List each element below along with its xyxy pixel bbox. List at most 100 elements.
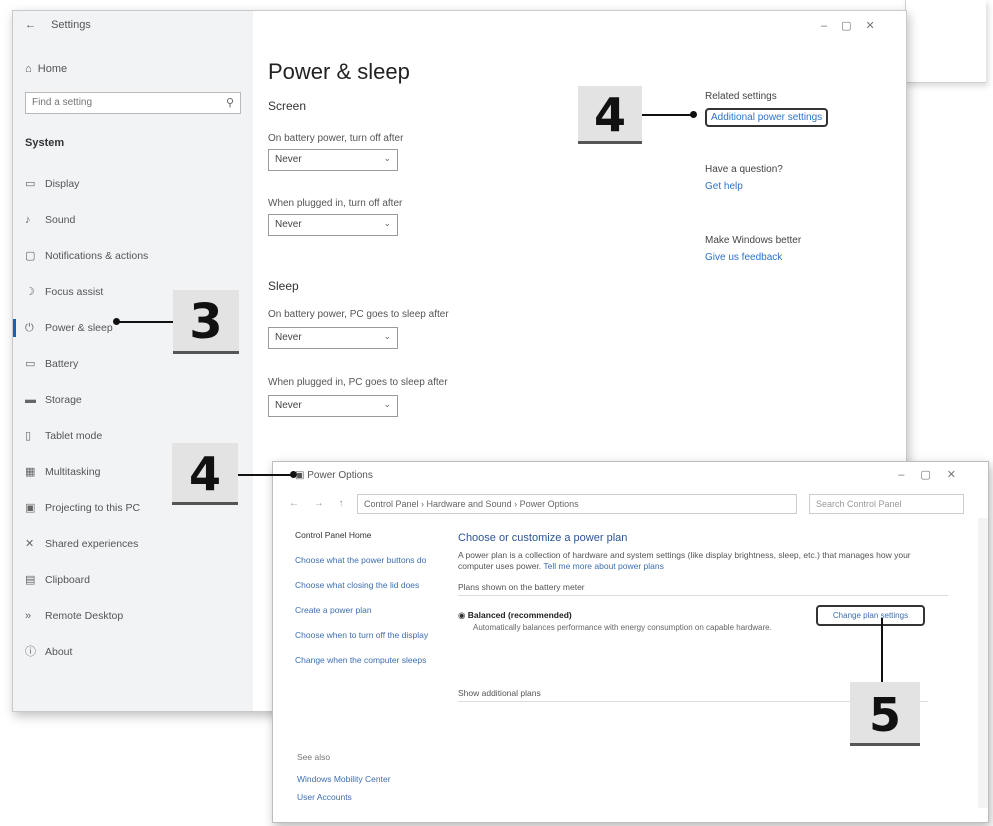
- computer-sleeps-link[interactable]: Change when the computer sleeps: [295, 655, 435, 666]
- screen-battery-dropdown[interactable]: Never ⌄: [268, 149, 398, 171]
- feedback-link[interactable]: Give us feedback: [705, 252, 801, 263]
- sleep-battery-label: On battery power, PC goes to sleep after: [268, 309, 449, 320]
- radio-selected-icon: ◉: [458, 610, 466, 620]
- step-callout-5: 5: [850, 682, 920, 746]
- address-bar: ← → ↑ Control Panel › Hardware and Sound…: [285, 494, 976, 516]
- dropdown-value: Never: [275, 154, 302, 165]
- sleep-battery-dropdown[interactable]: Never ⌄: [268, 327, 398, 349]
- power-buttons-link[interactable]: Choose what the power buttons do: [295, 555, 435, 566]
- focus-assist-icon: ☽: [25, 286, 35, 298]
- search-icon: ⚲: [225, 97, 234, 109]
- sidebar-item-label: Shared experiences: [45, 538, 139, 550]
- additional-plans-label: Show additional plans: [458, 688, 541, 698]
- sound-icon: ♪: [25, 214, 31, 226]
- maximize-icon[interactable]: ▢: [841, 20, 865, 32]
- balanced-plan-radio[interactable]: ◉ Balanced (recommended): [458, 610, 572, 621]
- additional-power-settings-link[interactable]: Additional power settings: [705, 108, 829, 127]
- minimize-icon[interactable]: –: [821, 20, 841, 32]
- related-settings: Related settings Additional power settin…: [705, 91, 829, 127]
- sidebar-item-label: Clipboard: [45, 574, 90, 586]
- sidebar-item-label: Notifications & actions: [45, 250, 149, 262]
- sidebar-home[interactable]: ⌂ Home: [25, 63, 67, 75]
- minimize-icon[interactable]: –: [898, 469, 920, 481]
- change-plan-settings-link[interactable]: Change plan settings: [816, 605, 925, 626]
- control-panel-home-link[interactable]: Control Panel Home: [295, 530, 435, 541]
- arrow-left-icon[interactable]: ←: [25, 19, 36, 31]
- breadcrumb[interactable]: Control Panel › Hardware and Sound › Pow…: [357, 494, 797, 514]
- sidebar-nav: ▭ Display ♪ Sound ▢ Notifications & actions…: [13, 173, 253, 677]
- screen-plugged-label: When plugged in, turn off after: [268, 198, 403, 209]
- description-text: A power plan is a collection of hardware…: [458, 550, 911, 571]
- shared-experiences-icon: ✕: [25, 538, 35, 550]
- close-icon[interactable]: ✕: [866, 20, 889, 32]
- search-input[interactable]: [32, 97, 202, 108]
- scrollbar[interactable]: [978, 518, 988, 808]
- plans-shown-label: Plans shown on the battery meter: [458, 582, 948, 596]
- power-plan-heading: Choose or customize a power plan: [458, 532, 628, 544]
- tablet-icon: ▯: [25, 430, 32, 442]
- home-icon: ⌂: [25, 63, 32, 75]
- step-callout-4-top: 4: [578, 86, 642, 144]
- user-accounts-link[interactable]: User Accounts: [297, 792, 352, 802]
- display-icon: ▭: [25, 178, 36, 190]
- close-icon[interactable]: ✕: [947, 469, 972, 481]
- power-icon: ⏻: [25, 322, 34, 334]
- window-title-text: Settings: [51, 19, 91, 31]
- sidebar-section-title: System: [25, 137, 65, 149]
- closing-lid-link[interactable]: Choose what closing the lid does: [295, 580, 435, 591]
- sidebar-item-label: Display: [45, 178, 80, 190]
- sleep-heading: Sleep: [268, 279, 299, 293]
- sidebar-item-battery[interactable]: ▭ Battery: [13, 353, 253, 389]
- help-section: Have a question? Get help: [705, 164, 783, 192]
- screen-plugged-dropdown[interactable]: Never ⌄: [268, 214, 398, 236]
- battery-icon: ▭: [25, 358, 36, 370]
- storage-icon: ▬: [25, 394, 36, 406]
- maximize-icon[interactable]: ▢: [920, 469, 946, 481]
- sleep-plugged-dropdown[interactable]: Never ⌄: [268, 395, 398, 417]
- sidebar-item-about[interactable]: ⓘ About: [13, 641, 253, 677]
- sidebar-item-clipboard[interactable]: ▤ Clipboard: [13, 569, 253, 605]
- callout-arrow: [238, 471, 297, 478]
- turn-off-display-link[interactable]: Choose when to turn off the display: [295, 630, 435, 641]
- plan-description: Automatically balances performance with …: [473, 623, 772, 632]
- window-controls: –▢✕: [898, 468, 972, 481]
- chevron-down-icon: ⌄: [383, 218, 391, 228]
- sidebar-item-sound[interactable]: ♪ Sound: [13, 209, 253, 245]
- create-power-plan-link[interactable]: Create a power plan: [295, 605, 435, 616]
- dropdown-value: Never: [275, 332, 302, 343]
- power-options-title-text: Power Options: [307, 470, 373, 481]
- control-panel-search[interactable]: Search Control Panel: [809, 494, 964, 514]
- power-plans-info-link[interactable]: Tell me more about power plans: [543, 561, 663, 571]
- sidebar-item-display[interactable]: ▭ Display: [13, 173, 253, 209]
- sidebar-item-notifications[interactable]: ▢ Notifications & actions: [13, 245, 253, 281]
- sidebar-item-label: Battery: [45, 358, 79, 370]
- dropdown-value: Never: [275, 219, 302, 230]
- sidebar-item-label: Focus assist: [45, 286, 104, 298]
- power-plan-content: Choose or customize a power plan A power…: [458, 532, 948, 596]
- arrow-dot: [690, 111, 697, 118]
- home-label: Home: [37, 63, 68, 75]
- sidebar-item-label: Sound: [45, 214, 76, 226]
- see-also-label: See also: [297, 752, 331, 762]
- mobility-center-link[interactable]: Windows Mobility Center: [297, 774, 391, 784]
- get-help-link[interactable]: Get help: [705, 181, 783, 192]
- sidebar-item-remote-desktop[interactable]: » Remote Desktop: [13, 605, 253, 641]
- chevron-down-icon: ⌄: [383, 153, 391, 163]
- multitasking-icon: ▦: [25, 466, 36, 478]
- nav-buttons[interactable]: ← → ↑: [289, 498, 350, 509]
- callout-arrow-vertical: [881, 618, 883, 682]
- sidebar-item-label: Power & sleep: [45, 322, 113, 334]
- projecting-icon: ▣: [25, 502, 36, 514]
- related-settings-title: Related settings: [705, 91, 777, 102]
- sidebar-item-label: Remote Desktop: [45, 610, 124, 622]
- search-box[interactable]: ⚲: [25, 92, 241, 114]
- screen-battery-label: On battery power, turn off after: [268, 133, 404, 144]
- sidebar-item-storage[interactable]: ▬ Storage: [13, 389, 253, 425]
- power-options-title: ▣ Power Options: [295, 470, 373, 481]
- chevron-down-icon: ⌄: [383, 331, 391, 341]
- sidebar-item-label: Multitasking: [45, 466, 101, 478]
- feedback-section: Make Windows better Give us feedback: [705, 235, 801, 263]
- window-controls: –▢✕: [821, 19, 889, 32]
- arrow-dot: [290, 471, 297, 478]
- sidebar-item-shared-experiences[interactable]: ✕ Shared experiences: [13, 533, 253, 569]
